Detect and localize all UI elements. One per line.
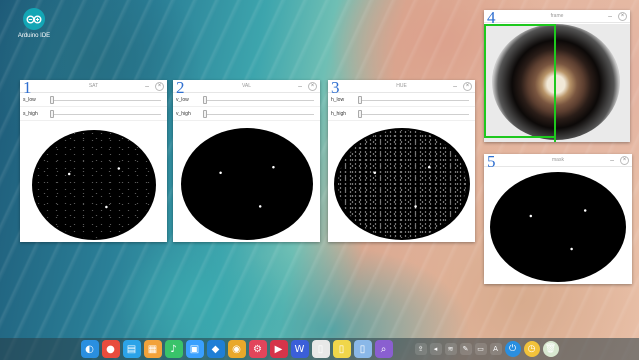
slider-handle[interactable] [50,110,54,118]
desktop-shortcut-label: Arduino IDE [17,33,51,39]
document-view-icon[interactable]: ▯ [353,340,372,358]
chrome-icon[interactable]: ◉ [227,340,246,358]
arduino-ide-icon [23,8,45,30]
mask-window[interactable]: 5 mask – × [484,153,632,284]
val-titlebar[interactable]: 2 VAL – × [173,79,320,96]
music-icon[interactable]: ♪ [164,340,183,358]
close-button[interactable]: × [463,82,472,91]
settings-icon[interactable]: ⚙ [248,340,267,358]
taskbar: ◐ ● ▤ ▦ ♪ ▣ ◆ ◉ ⚙ ▶ W ▯ ▯ ▯ ⌕ ⇪ ◂ ≋ ✎ ▭ A ⏻ ◷ 🗑 [0,338,639,360]
minimize-button[interactable]: – [145,82,149,91]
store-icon[interactable]: ◆ [206,340,225,358]
network-icon[interactable]: ≋ [444,343,457,355]
sat-titlebar[interactable]: 1 SAT – × [20,79,167,96]
s-low-trackbar[interactable]: s_low [20,93,167,107]
v-high-trackbar[interactable]: v_high [173,107,320,121]
slider-handle[interactable] [50,96,54,104]
h-high-trackbar[interactable]: h_high [328,107,475,121]
close-button[interactable]: × [308,82,317,91]
trackbar-label: s_high [23,111,38,117]
v-low-trackbar[interactable]: v_low [173,93,320,107]
minimize-button[interactable]: – [298,82,302,91]
minimize-button[interactable]: – [453,82,457,91]
trash-icon[interactable]: 🗑 [542,341,559,357]
clock-icon[interactable]: ◷ [523,341,540,357]
minimize-button[interactable]: – [610,156,614,165]
hue-mask-image [328,126,475,242]
trackbar-label: v_low [176,97,189,103]
terminal-icon[interactable]: ▶ [269,340,288,358]
frame-titlebar[interactable]: 4 frame – × [484,9,630,26]
close-button[interactable]: × [618,12,627,21]
search-tool-icon[interactable]: ⌕ [374,340,393,358]
files-icon[interactable]: ▣ [185,340,204,358]
slider-handle[interactable] [358,96,362,104]
val-mask-image [173,126,320,242]
sat-window[interactable]: 1 SAT – × s_low s_high [20,79,167,242]
desktop-shortcut-arduino[interactable]: Arduino IDE [14,8,54,39]
system-tray: ⇪ ◂ ≋ ✎ ▭ A ⏻ ◷ 🗑 [414,341,559,357]
wps-writer-icon[interactable]: W [290,340,309,358]
mask-image [484,168,632,284]
val-window[interactable]: 2 VAL – × v_low v_high [173,79,320,242]
camera-frame-image [484,24,630,142]
close-button[interactable]: × [155,82,164,91]
screen-recorder-icon[interactable]: ● [101,340,120,358]
trackbar-label: h_low [331,97,345,103]
close-button[interactable]: × [620,156,629,165]
pen-icon[interactable]: ✎ [459,343,472,355]
app-store-icon[interactable]: ▤ [122,340,141,358]
keyboard-icon[interactable]: ▭ [474,343,487,355]
hue-window[interactable]: 3 HUE – × h_low h_high [328,79,475,242]
trackbar-label: s_low [23,97,36,103]
volume-icon[interactable]: ◂ [429,343,442,355]
sat-mask-image [20,126,167,242]
language-icon[interactable]: A [489,343,502,355]
trackbar-label: h_high [331,111,347,117]
minimize-button[interactable]: – [608,12,612,21]
hue-titlebar[interactable]: 3 HUE – × [328,79,475,96]
usb-icon[interactable]: ⇪ [414,343,427,355]
taskbar-apps: ◐ ● ▤ ▦ ♪ ▣ ◆ ◉ ⚙ ▶ W ▯ ▯ ▯ ⌕ [80,340,393,358]
s-high-trackbar[interactable]: s_high [20,107,167,121]
calendar-icon[interactable]: ▦ [143,340,162,358]
slider-handle[interactable] [203,110,207,118]
document-icon[interactable]: ▯ [311,340,330,358]
trackbar-label: v_high [176,111,191,117]
document-edit-icon[interactable]: ▯ [332,340,351,358]
mask-titlebar[interactable]: 5 mask – × [484,153,632,170]
power-icon[interactable]: ⏻ [504,341,521,357]
frame-window[interactable]: 4 frame – × [484,9,630,142]
launcher-icon[interactable]: ◐ [80,340,99,358]
slider-handle[interactable] [358,110,362,118]
h-low-trackbar[interactable]: h_low [328,93,475,107]
slider-handle[interactable] [203,96,207,104]
